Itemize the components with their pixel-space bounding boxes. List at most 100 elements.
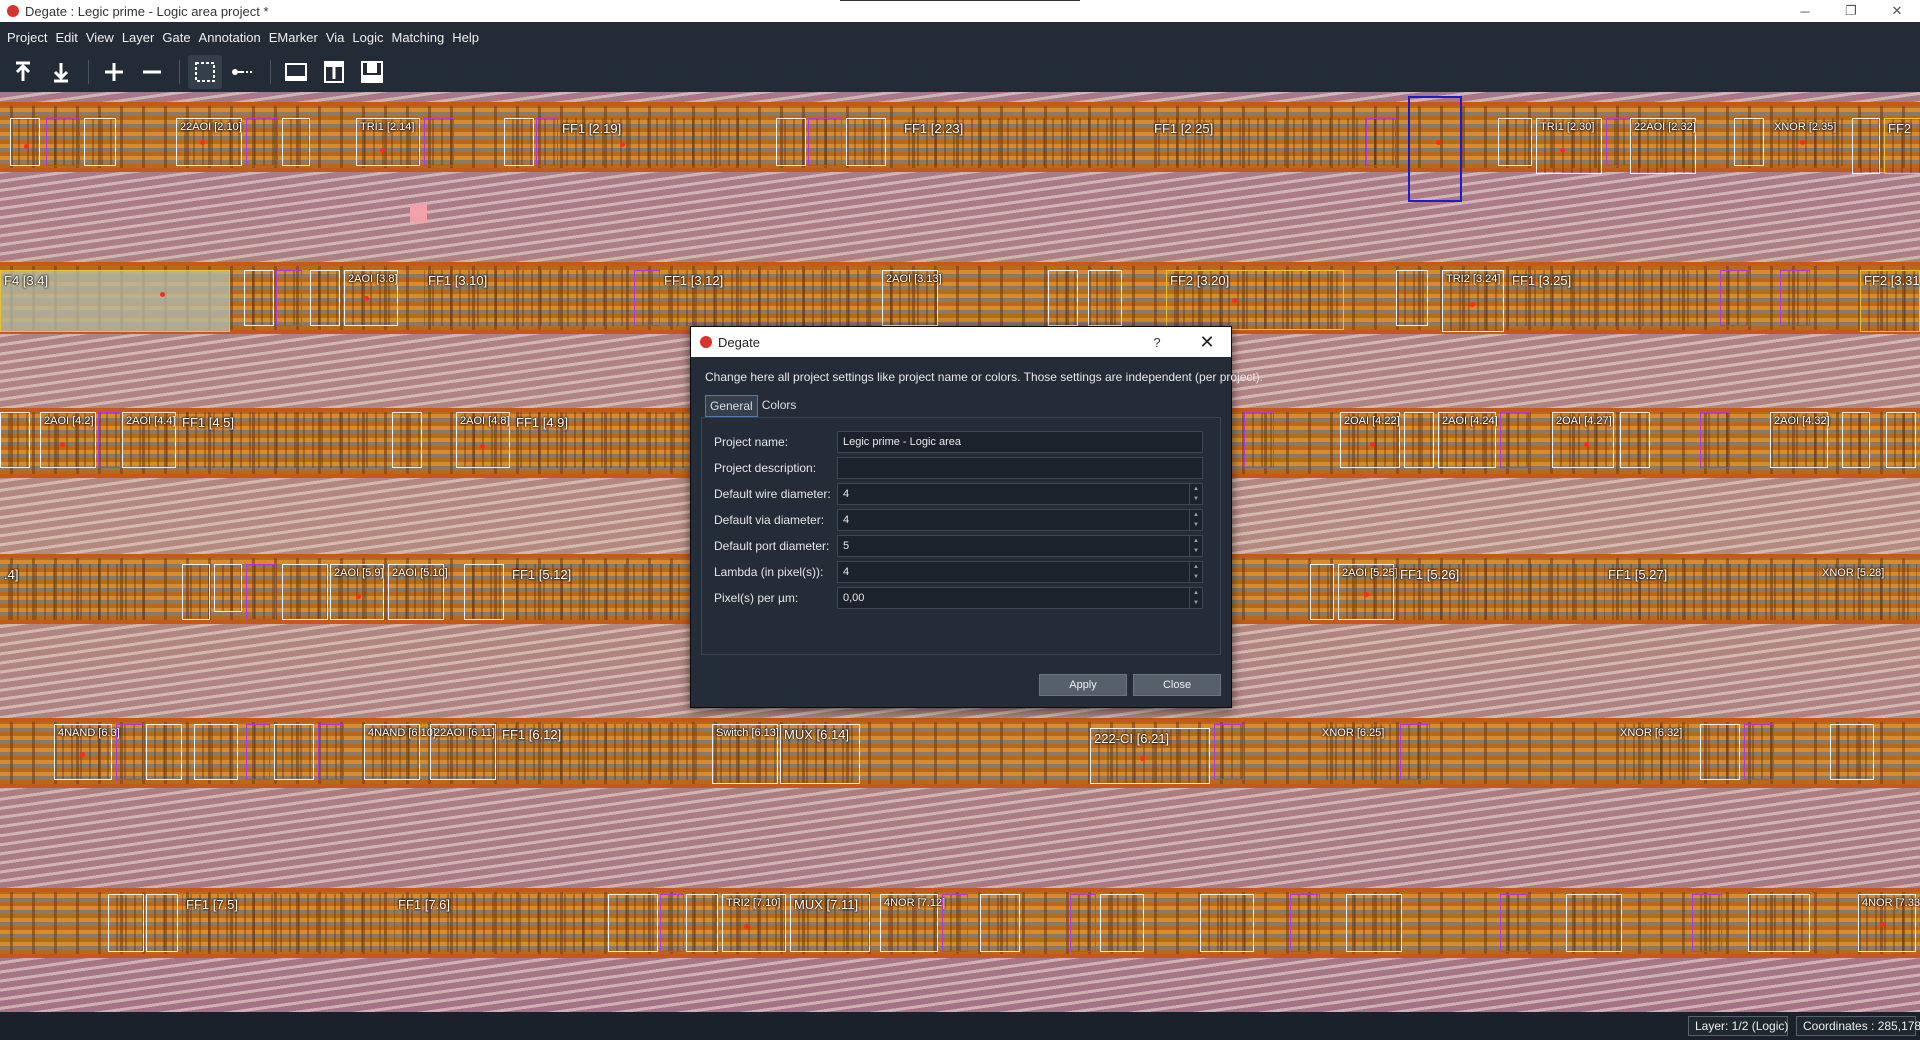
via[interactable] [380, 148, 385, 153]
gate[interactable]: FF1 [3.12] [660, 270, 876, 326]
gate[interactable]: XNOR [6.25] [1318, 724, 1394, 780]
via[interactable] [24, 144, 29, 149]
gate[interactable] [1070, 894, 1096, 952]
gate[interactable] [1500, 894, 1530, 952]
lambda-spinbox[interactable]: 4 ▲ ▼ [837, 561, 1203, 583]
via[interactable] [1436, 140, 1441, 145]
gate[interactable] [1366, 118, 1396, 166]
gate[interactable] [244, 270, 274, 326]
spin-up-icon[interactable]: ▲ [1190, 588, 1202, 598]
gate[interactable]: FF2 [1884, 118, 1920, 174]
window-close-button[interactable]: ✕ [1874, 0, 1920, 22]
menu-emarker[interactable]: EMarker [265, 30, 322, 45]
via[interactable] [1370, 442, 1375, 447]
gate[interactable]: FF1 [2.25] [1150, 118, 1380, 166]
gate[interactable] [660, 894, 684, 952]
via[interactable] [744, 924, 749, 929]
gate[interactable]: FF1 [3.25] [1508, 270, 1708, 326]
wire-diameter-spinbox[interactable]: 4 ▲ ▼ [837, 483, 1203, 505]
project-description-input[interactable] [837, 457, 1203, 479]
gate[interactable] [214, 564, 242, 612]
gate[interactable] [1498, 118, 1532, 166]
gate[interactable]: 2AOI [4.8] [456, 412, 510, 468]
gate[interactable] [1404, 412, 1434, 468]
spin-down-icon[interactable]: ▼ [1190, 546, 1202, 556]
gate[interactable]: FF1 [2.23] [900, 118, 1140, 166]
via[interactable] [160, 292, 165, 297]
gate[interactable]: 22AOI [2.32] [1630, 118, 1696, 174]
spin-down-icon[interactable]: ▼ [1190, 494, 1202, 504]
gate[interactable]: 2AOI [4.32] [1770, 412, 1830, 468]
gate[interactable] [808, 118, 842, 166]
menu-layer[interactable]: Layer [118, 30, 159, 45]
wire-tool-button[interactable] [226, 55, 260, 89]
gate[interactable] [1744, 724, 1774, 780]
via[interactable] [1560, 148, 1565, 153]
view-logic-button[interactable] [317, 55, 351, 89]
gate[interactable] [1886, 412, 1916, 468]
gate[interactable]: FF1 [2.19] [558, 118, 754, 166]
selected-gate-box[interactable] [1408, 96, 1462, 202]
close-button[interactable]: Close [1133, 674, 1221, 696]
gate[interactable] [1780, 270, 1810, 326]
gate[interactable] [1200, 894, 1254, 952]
gate[interactable]: 2AOI [3.8] [344, 270, 398, 326]
via[interactable] [200, 140, 205, 145]
menu-annotation[interactable]: Annotation [195, 30, 265, 45]
gate[interactable]: 2AOI [5.10] [388, 564, 448, 620]
gate[interactable] [1214, 724, 1244, 780]
gate[interactable]: FF2 [3.31 [1860, 270, 1920, 332]
port-diameter-spinbox[interactable]: 5 ▲ ▼ [837, 535, 1203, 557]
spinbox-arrows[interactable]: ▲ ▼ [1189, 588, 1202, 608]
gate[interactable]: FF1 [6.12] [498, 724, 698, 780]
gate[interactable]: 22AOI [2.10] [176, 118, 242, 166]
gate[interactable]: 222-CI [6.21] [1090, 728, 1210, 784]
gate[interactable]: Switch [6.13] [712, 724, 779, 784]
via[interactable] [1880, 922, 1885, 927]
gate[interactable] [246, 118, 278, 166]
tab-colors[interactable]: Colors [758, 395, 801, 417]
zoom-out-button[interactable] [135, 55, 169, 89]
menu-project[interactable]: Project [3, 30, 51, 45]
dialog-close-icon[interactable]: ✕ [1193, 327, 1221, 357]
via[interactable] [364, 296, 369, 301]
menu-view[interactable]: View [82, 30, 118, 45]
gate[interactable] [116, 724, 144, 780]
gate[interactable]: FF1 [7.6] [394, 894, 594, 952]
gate[interactable] [146, 724, 182, 780]
gate[interactable] [246, 724, 270, 780]
gate[interactable]: 4NOR [7.12] [880, 894, 945, 952]
gate[interactable] [1720, 270, 1750, 326]
gate[interactable]: TRI1 [2.14] [356, 118, 420, 166]
apply-button[interactable]: Apply [1039, 674, 1127, 696]
pink-marker[interactable] [410, 204, 427, 222]
gate[interactable]: TRI2 [3.24] [1442, 270, 1504, 332]
gate[interactable]: XNOR [2.35] [1770, 118, 1846, 166]
gate[interactable]: 2AOI [4.2] [40, 412, 96, 468]
gate[interactable] [182, 564, 210, 620]
gate[interactable]: 2AOI [4.4] [122, 412, 176, 468]
area-selection-button[interactable] [188, 55, 222, 89]
via[interactable] [80, 752, 85, 757]
gate[interactable] [608, 894, 658, 952]
gate[interactable] [84, 118, 116, 166]
spin-up-icon[interactable]: ▲ [1190, 536, 1202, 546]
spinbox-arrows[interactable]: ▲ ▼ [1189, 562, 1202, 582]
gate[interactable] [282, 118, 310, 166]
gate[interactable]: FF1 [5.27] [1604, 564, 1804, 620]
gate[interactable] [1842, 412, 1870, 468]
gate[interactable]: .4] [0, 564, 150, 620]
gate[interactable] [1290, 894, 1320, 952]
menu-gate[interactable]: Gate [158, 30, 194, 45]
gate[interactable]: FF1 [5.12] [508, 564, 688, 620]
view-bottom-button[interactable] [355, 55, 389, 89]
project-name-input[interactable]: Legic prime - Logic area [837, 431, 1203, 453]
gate[interactable] [318, 724, 344, 780]
gate[interactable] [424, 118, 454, 166]
gate[interactable]: 22AOI [6.11] [430, 724, 496, 780]
gate[interactable] [310, 270, 340, 326]
via[interactable] [620, 142, 625, 147]
gate[interactable]: 4NOR [7.33] [1858, 894, 1920, 952]
gate[interactable]: XNOR [6.32] [1616, 724, 1692, 780]
gate[interactable] [392, 412, 422, 468]
